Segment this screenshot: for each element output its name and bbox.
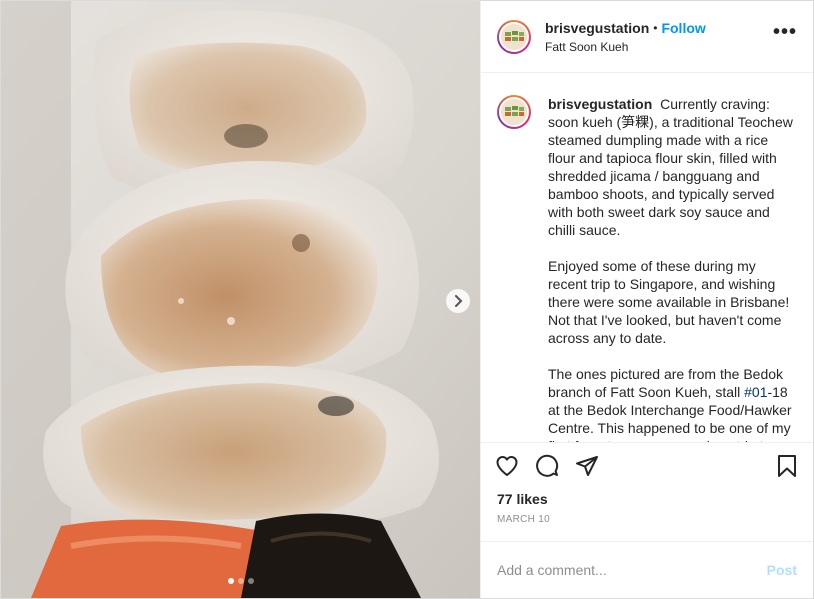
caption-paragraph: The ones pictured are from the Bedok bra… [548,365,797,442]
follow-button[interactable]: Follow [661,20,705,36]
post-header: brisvegustation • Follow Fatt Soon Kueh … [481,1,813,73]
more-options-icon[interactable]: ••• [773,21,797,52]
caption-text: Currently craving: soon kueh (笋粿), a tra… [548,96,793,238]
likes-count[interactable]: 77 likes [481,488,813,510]
carousel-indicator [1,578,480,584]
heart-icon[interactable] [495,454,519,478]
post-caption: brisvegustation Currently craving: soon … [548,95,797,442]
post-media[interactable] [1,1,480,598]
carousel-dot-active [227,578,234,584]
avatar-image [499,21,529,52]
post-date[interactable]: MARCH 10 [481,510,813,542]
action-bar [481,442,813,488]
share-icon[interactable] [575,454,599,478]
caption-paragraph: Enjoyed some of these during my recent t… [548,258,790,346]
header-username[interactable]: brisvegustation [545,20,649,36]
caption-username[interactable]: brisvegustation [548,96,652,112]
post-sidebar: brisvegustation • Follow Fatt Soon Kueh … [480,1,813,598]
avatar-image [499,97,529,127]
add-comment-form: Post [481,542,813,598]
chevron-right-icon [455,295,463,307]
next-image-button[interactable] [446,289,470,313]
instagram-post: brisvegustation • Follow Fatt Soon Kueh … [0,0,814,599]
post-comment-button[interactable]: Post [767,562,797,578]
carousel-dot [247,578,254,584]
caption-avatar[interactable] [497,95,531,129]
hashtag-link[interactable]: #01 [744,384,767,400]
header-separator: • [653,20,658,35]
comment-icon[interactable] [535,454,559,478]
comment-input[interactable] [497,562,767,578]
dumpling-photo [1,1,480,598]
avatar[interactable] [497,19,531,54]
comments-section[interactable]: brisvegustation Currently craving: soon … [481,73,813,442]
location-link[interactable]: Fatt Soon Kueh [545,40,773,54]
carousel-dot [237,578,244,584]
bookmark-icon[interactable] [775,454,799,478]
